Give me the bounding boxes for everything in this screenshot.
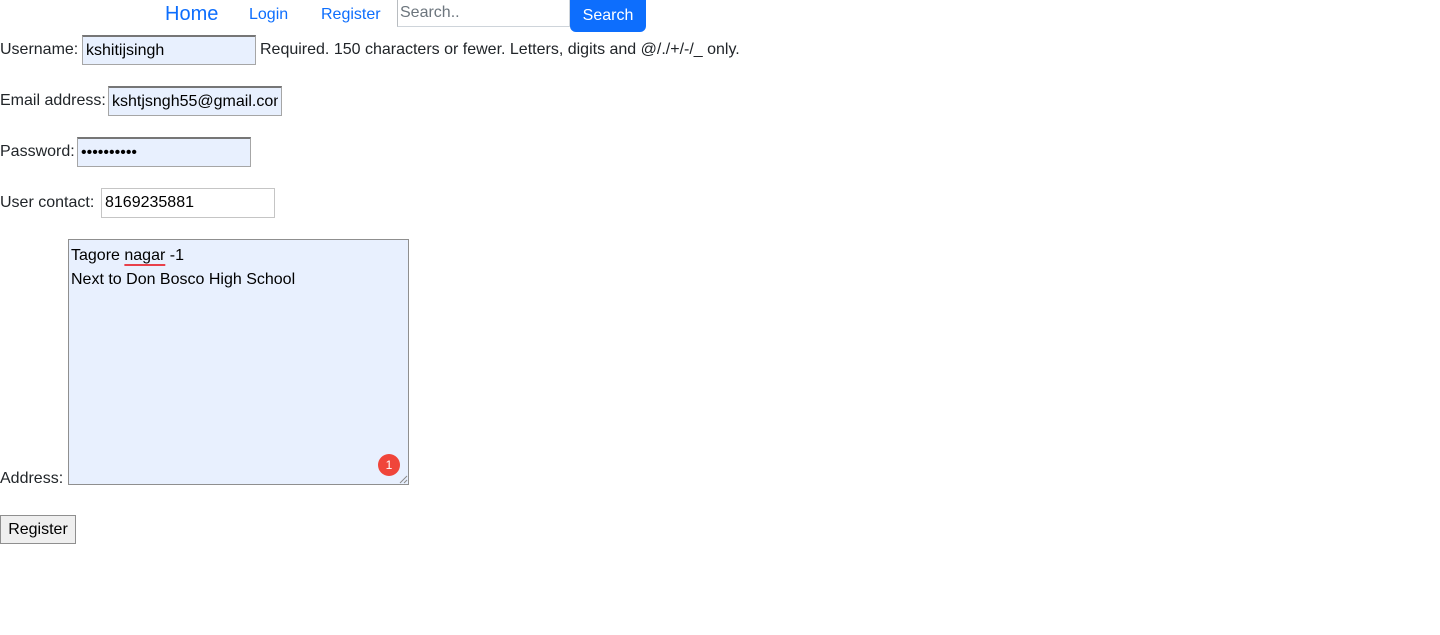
nav-home-link[interactable]: Home [165, 3, 218, 26]
address-line-1: Tagore nagar -1 [71, 244, 406, 268]
register-submit-button[interactable]: Register [0, 515, 76, 544]
resize-grip-icon[interactable] [398, 474, 408, 484]
nav-login-link[interactable]: Login [249, 6, 288, 24]
spellcheck-word: nagar [124, 247, 166, 264]
navbar: Home Login Register Search [0, 0, 1440, 34]
contact-label: User contact: [0, 194, 95, 211]
password-label: Password: [0, 143, 75, 160]
search-button[interactable]: Search [570, 0, 646, 32]
address-line-2: Next to Don Bosco High School [71, 271, 296, 288]
password-field[interactable] [77, 137, 251, 167]
username-help-text: Required. 150 characters or fewer. Lette… [260, 41, 740, 58]
address-textarea[interactable]: Tagore nagar -1 Next to Don Bosco High S… [68, 239, 409, 485]
address-line-1-end: -1 [165, 247, 184, 264]
address-line-1-start: Tagore [71, 247, 125, 264]
search-input[interactable] [397, 0, 570, 27]
email-field[interactable] [108, 86, 282, 116]
grammar-badge[interactable]: 1 [378, 454, 400, 476]
address-label: Address: [0, 470, 64, 487]
contact-field[interactable] [101, 188, 275, 218]
email-label: Email address: [0, 92, 106, 109]
nav-register-link[interactable]: Register [321, 6, 381, 24]
username-label: Username: [0, 41, 79, 58]
username-field[interactable] [82, 35, 256, 65]
